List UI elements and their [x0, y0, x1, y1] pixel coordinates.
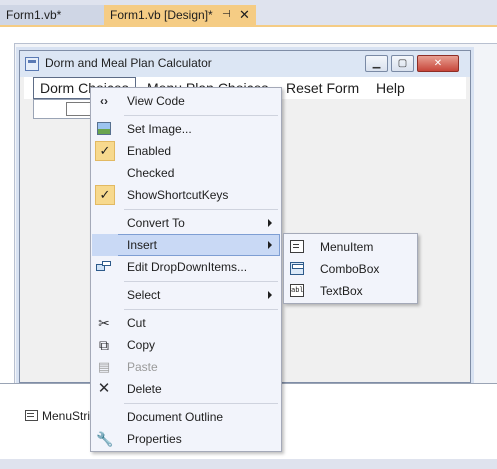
tab-label: Form1.vb*: [6, 8, 62, 22]
submenu-item-textbox[interactable]: abl TextBox: [285, 280, 416, 302]
menu-item-insert[interactable]: Insert: [92, 234, 280, 256]
document-tab-strip: Form1.vb* Form1.vb [Design]* ⊣ ✕: [0, 0, 497, 27]
menu-item-label: Checked: [127, 166, 175, 180]
separator: [124, 403, 278, 404]
menu-item-label: Edit DropDownItems...: [127, 260, 248, 274]
paste-icon: ▤: [97, 359, 111, 374]
menu-item-set-image[interactable]: Set Image...: [92, 118, 280, 140]
menu-item-label: Copy: [127, 338, 156, 352]
menu-item-label: Cut: [127, 316, 146, 330]
checkmark-icon: ✓: [95, 141, 115, 161]
menu-item-label: Select: [127, 288, 161, 302]
scissors-icon: ✂: [98, 315, 110, 331]
menu-item-convert-to[interactable]: Convert To: [92, 212, 280, 234]
form-titlebar: Dorm and Meal Plan Calculator ▁ ▢ ✕: [20, 51, 470, 77]
menu-item-document-outline[interactable]: Document Outline: [92, 406, 280, 428]
submenu-arrow-icon: [268, 219, 272, 227]
combobox-icon: [290, 262, 304, 275]
dropdown-items-icon: [96, 261, 112, 273]
pin-icon[interactable]: ⊣: [222, 5, 231, 25]
menustrip-icon: [25, 410, 38, 421]
menu-item-label: Paste: [127, 360, 158, 374]
submenu-item-label: ComboBox: [320, 262, 380, 276]
image-icon: [97, 122, 111, 135]
menu-item-select[interactable]: Select: [92, 284, 280, 306]
menu-item-label: View Code: [127, 94, 185, 108]
separator: [124, 309, 278, 310]
menu-help[interactable]: Help: [370, 77, 411, 99]
tab-form1-code[interactable]: Form1.vb*: [0, 5, 104, 25]
submenu-item-menuitem[interactable]: MenuItem: [285, 236, 416, 258]
menu-item-properties[interactable]: 🔧 Properties: [92, 428, 280, 450]
menu-item-cut[interactable]: ✂ Cut: [92, 312, 280, 334]
menu-item-view-code[interactable]: ‹› View Code: [92, 90, 280, 112]
separator: [124, 281, 278, 282]
submenu-item-label: MenuItem: [320, 240, 374, 254]
checkmark-icon: ✓: [95, 185, 115, 205]
menu-item-label: Properties: [127, 432, 182, 446]
menu-item-edit-dropdown-items[interactable]: Edit DropDownItems...: [92, 256, 280, 278]
submenu-arrow-icon: [268, 241, 272, 249]
menu-item-label: Document Outline: [127, 410, 224, 424]
menu-item-label: Delete: [127, 382, 162, 396]
menu-item-delete[interactable]: ✕ Delete: [92, 378, 280, 400]
close-icon[interactable]: ✕: [239, 5, 250, 25]
copy-icon: ⧉: [99, 337, 109, 353]
menu-item-label: Enabled: [127, 144, 172, 158]
menu-item-checked[interactable]: Checked: [92, 162, 280, 184]
form-title: Dorm and Meal Plan Calculator: [45, 56, 212, 70]
menu-item-label: Set Image...: [127, 122, 192, 136]
context-menu: ‹› View Code Set Image... ✓ Enabled Chec…: [90, 87, 282, 452]
textbox-icon: abl: [290, 284, 304, 297]
menu-item-show-shortcut-keys[interactable]: ✓ ShowShortcutKeys: [92, 184, 280, 206]
insert-submenu: MenuItem ComboBox abl TextBox: [283, 233, 418, 304]
close-window-icon[interactable]: ✕: [417, 55, 459, 72]
menu-item-label: ShowShortcutKeys: [127, 188, 229, 202]
menuitem-icon: [290, 240, 304, 253]
wrench-icon: 🔧: [96, 431, 114, 447]
submenu-item-combobox[interactable]: ComboBox: [285, 258, 416, 280]
menu-item-label: Convert To: [127, 216, 185, 230]
menu-item-label: Insert: [127, 238, 158, 252]
tab-label: Form1.vb [Design]*: [110, 8, 213, 22]
code-icon: ‹›: [100, 94, 108, 108]
menu-item-copy[interactable]: ⧉ Copy: [92, 334, 280, 356]
form-icon: [25, 57, 39, 71]
tab-form1-design[interactable]: Form1.vb [Design]* ⊣ ✕: [104, 5, 256, 25]
delete-icon: ✕: [97, 380, 111, 397]
separator: [124, 115, 278, 116]
submenu-item-label: TextBox: [320, 284, 363, 298]
submenu-arrow-icon: [268, 291, 272, 299]
menu-reset-form[interactable]: Reset Form: [280, 77, 365, 99]
maximize-icon[interactable]: ▢: [391, 55, 414, 72]
menu-item-enabled[interactable]: ✓ Enabled: [92, 140, 280, 162]
tray-border: [0, 459, 497, 469]
separator: [124, 209, 278, 210]
menu-item-paste[interactable]: ▤ Paste: [92, 356, 280, 378]
minimize-icon[interactable]: ▁: [365, 55, 388, 72]
